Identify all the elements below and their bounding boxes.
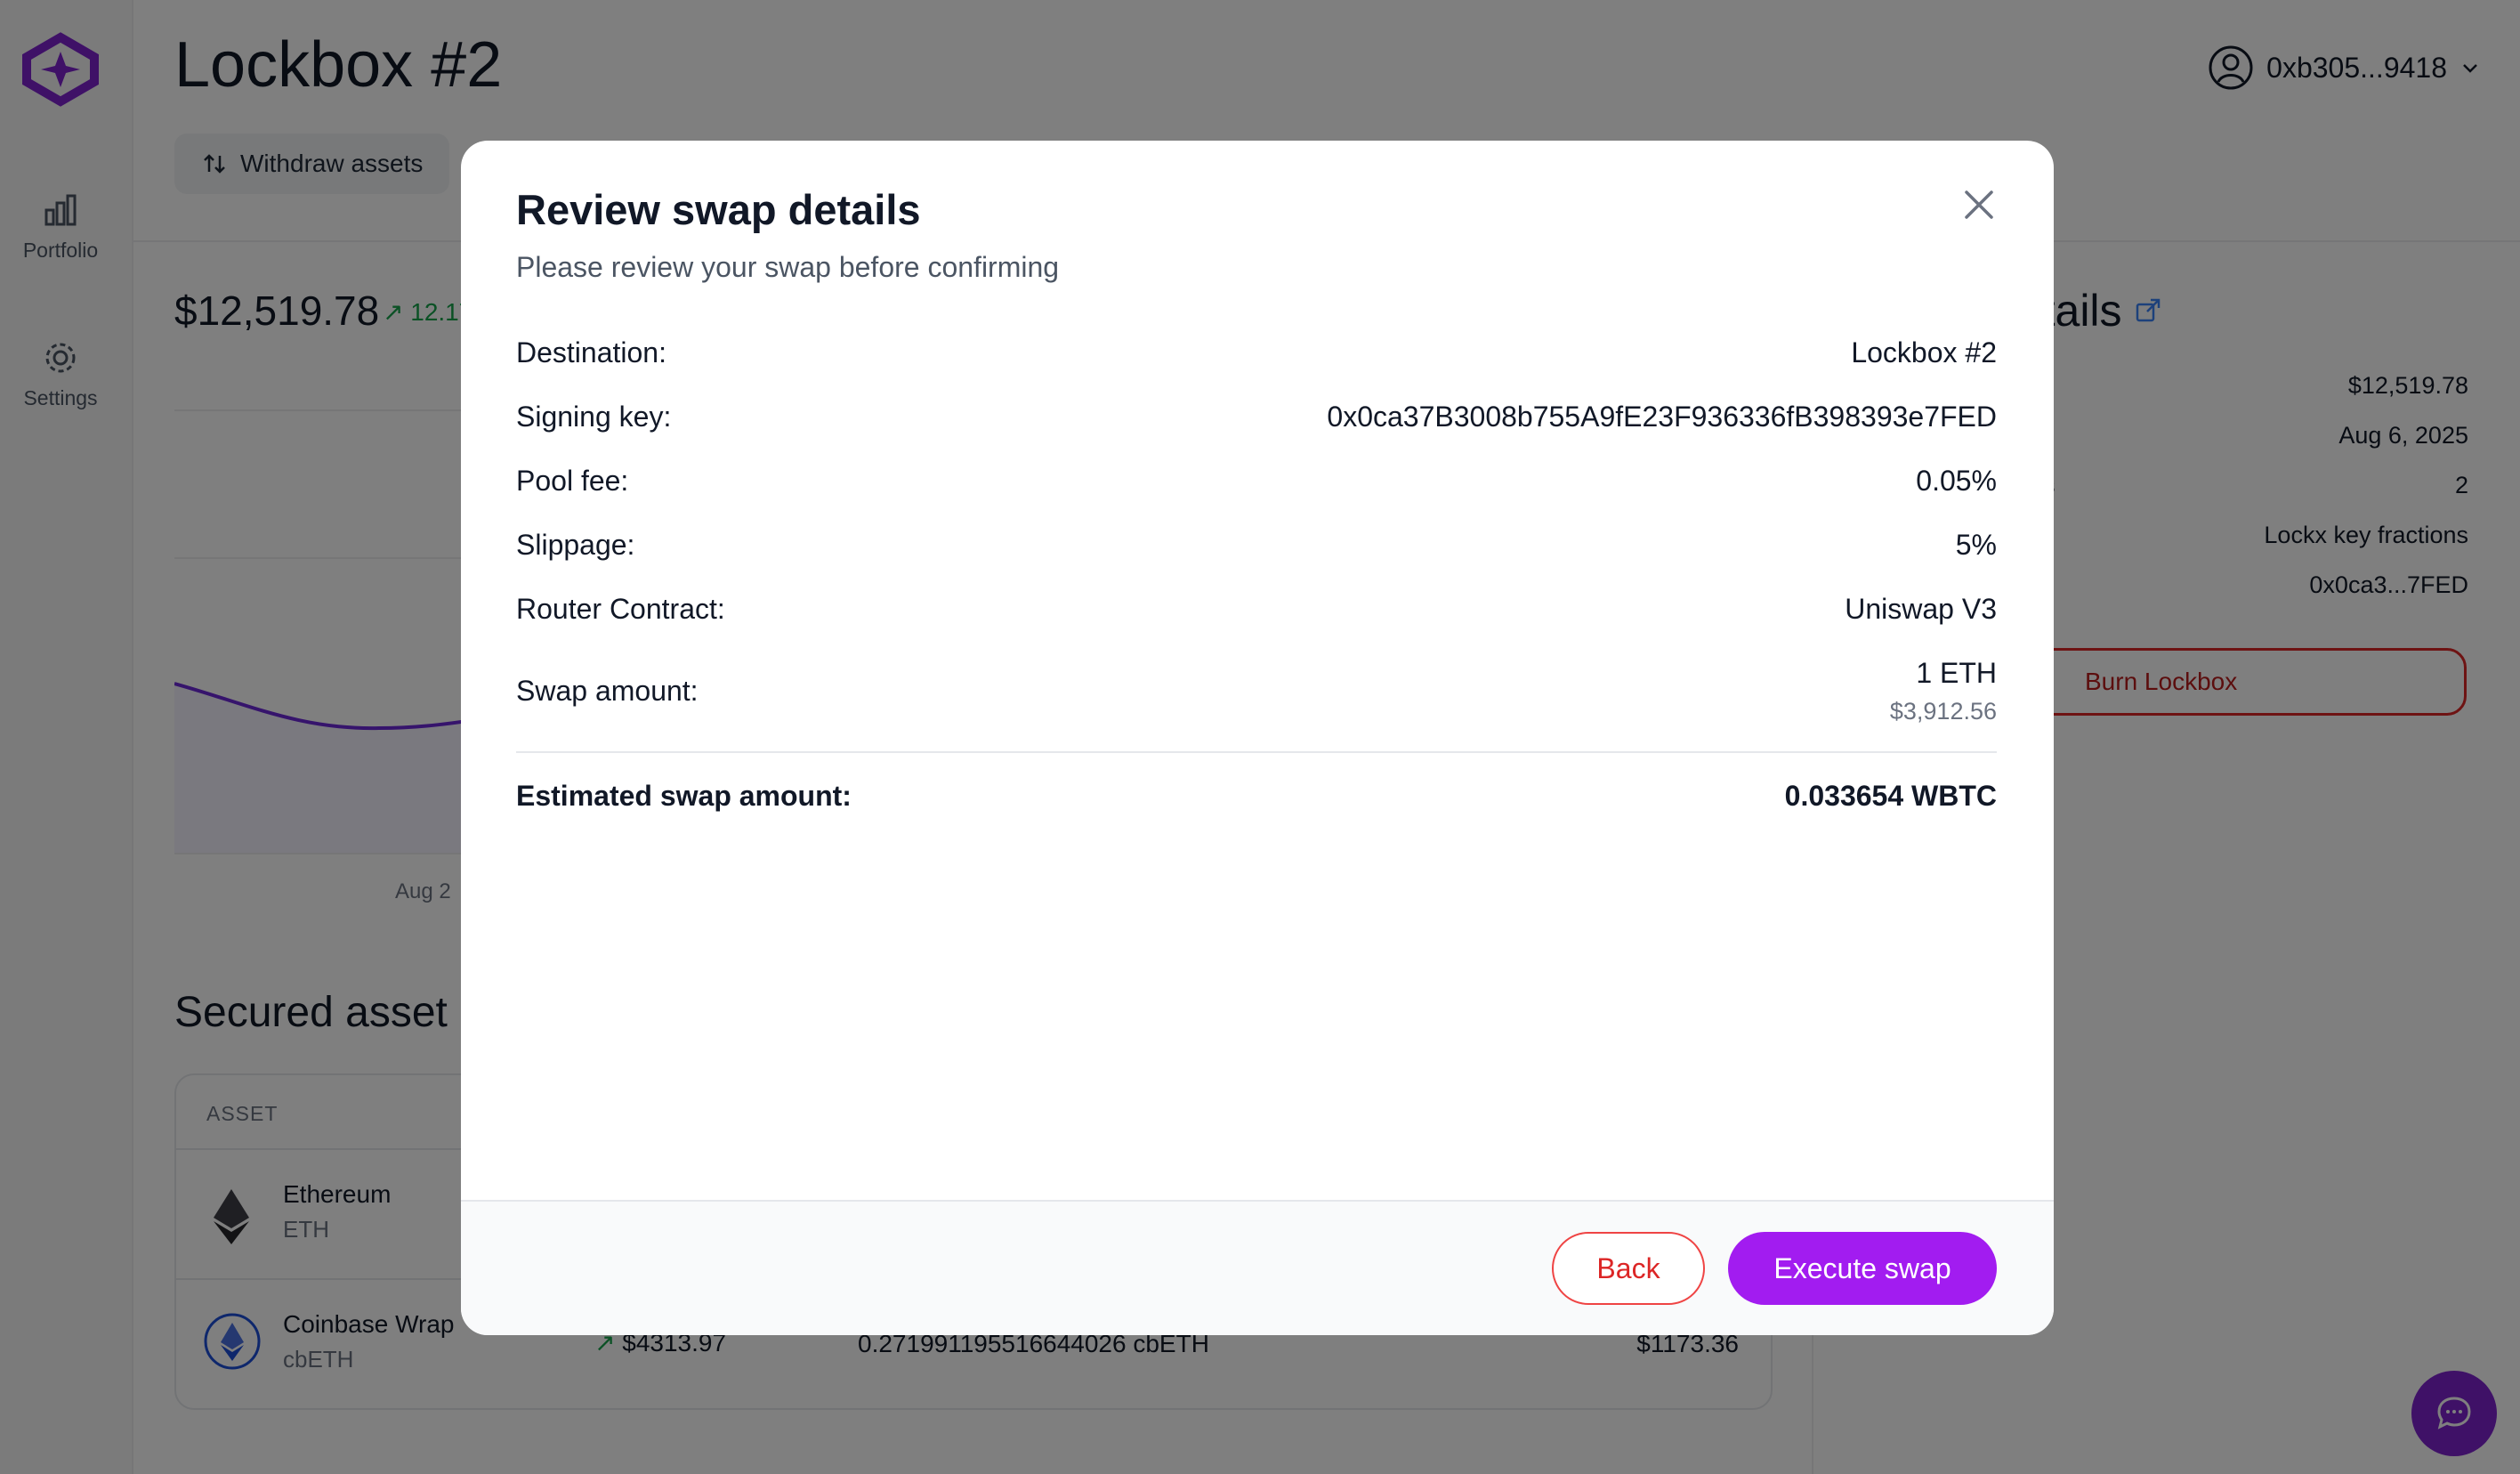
close-button[interactable] [1959,185,1999,224]
slippage-value: 5% [1955,529,1997,561]
modal-divider [516,751,1997,753]
signing-key-value: 0x0ca37B3008b755A9fE23F936336fB398393e7F… [1327,401,1997,433]
router-contract-label: Router Contract: [516,593,725,625]
estimated-swap-value: 0.033654 WBTC [1784,780,1997,812]
pool-fee-label: Pool fee: [516,465,629,497]
modal-subtitle: Please review your swap before confirmin… [516,251,1060,283]
execute-swap-button[interactable]: Execute swap [1728,1232,1997,1305]
estimated-swap-label: Estimated swap amount: [516,780,852,812]
swap-amount-label: Swap amount: [516,675,699,707]
close-icon [1965,190,1993,219]
pool-fee-value: 0.05% [1916,465,1997,497]
router-contract-value: Uniswap V3 [1845,593,1997,625]
slippage-label: Slippage: [516,529,635,561]
signing-key-label: Signing key: [516,401,672,433]
review-swap-modal: Review swap details Please review your s… [461,141,2054,1335]
modal-footer: Back Execute swap [461,1200,2054,1335]
swap-amount-value: 1 ETH [1916,657,1997,689]
back-button[interactable]: Back [1552,1232,1705,1305]
modal-title: Review swap details [516,186,921,233]
destination-label: Destination: [516,336,666,368]
swap-amount-usd: $3,912.56 [1889,698,1997,725]
destination-value: Lockbox #2 [1851,336,1997,368]
